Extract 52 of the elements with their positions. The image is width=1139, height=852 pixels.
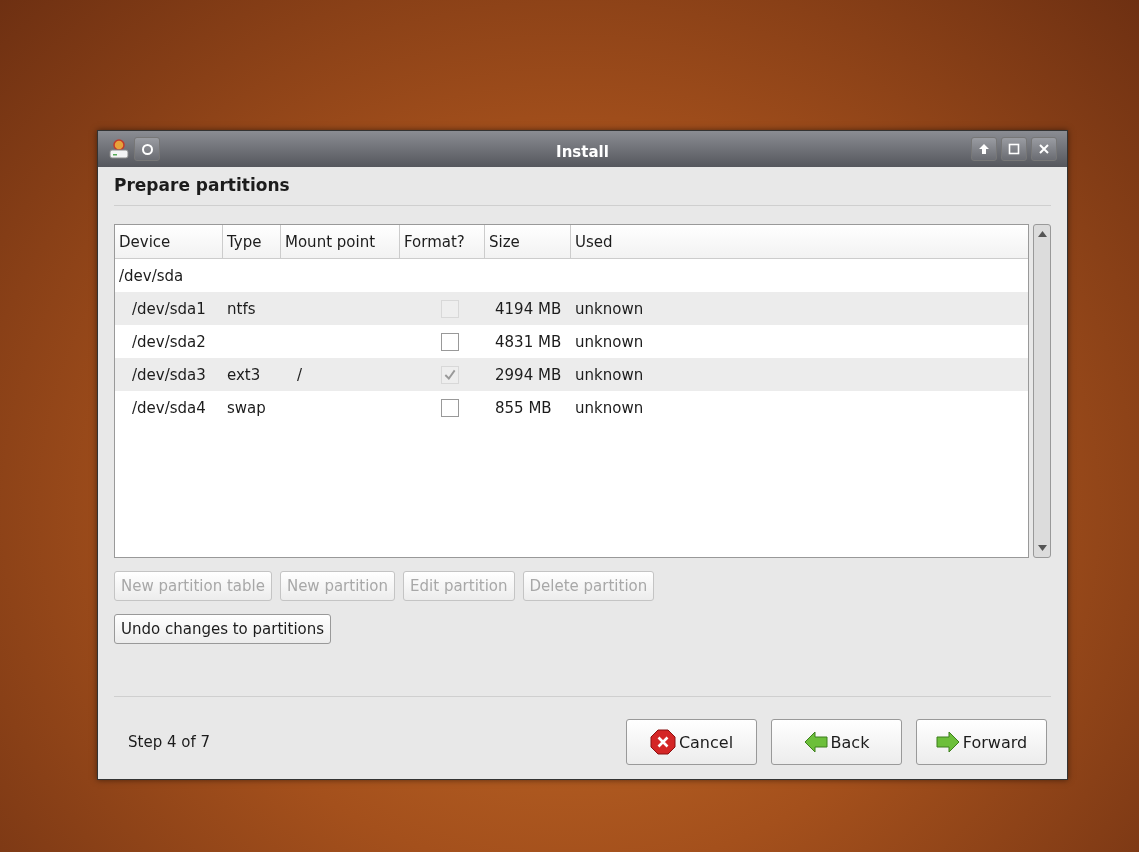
close-button[interactable] xyxy=(1031,137,1057,161)
column-header[interactable]: Size xyxy=(485,225,571,258)
table-cell-text: 855 MB xyxy=(494,398,553,417)
column-header[interactable]: Type xyxy=(223,225,281,258)
up-arrow-icon xyxy=(978,143,990,155)
close-icon xyxy=(1038,143,1050,155)
forward-button[interactable]: Forward xyxy=(916,719,1047,765)
table-row[interactable]: /dev/sda4 swap 855 MB unknown xyxy=(115,391,1028,424)
table-cell: ext3 xyxy=(227,365,261,384)
table-row[interactable]: /dev/sda1 ntfs 4194 MB unknown xyxy=(115,292,1028,325)
maximize-icon xyxy=(1008,143,1020,155)
table-row[interactable]: /dev/sda2 4831 MB unknown xyxy=(115,325,1028,358)
table-cell-text: unknown xyxy=(574,299,645,318)
column-header[interactable]: Mount point xyxy=(281,225,400,258)
table-cell: / xyxy=(297,365,303,384)
maximize-button[interactable] xyxy=(1001,137,1027,161)
table-cell-text: unknown xyxy=(574,332,645,351)
table-cell-text: /dev/sda xyxy=(118,266,185,285)
table-cell-text: /dev/sda1 xyxy=(131,299,207,318)
page-heading: Prepare partitions xyxy=(114,175,291,195)
column-header[interactable]: Format? xyxy=(400,225,485,258)
table-cell-text: 4831 MB xyxy=(494,332,563,351)
scroll-up-icon[interactable] xyxy=(1037,231,1047,237)
back-button[interactable]: Back xyxy=(771,719,902,765)
scrollbar[interactable] xyxy=(1033,224,1051,558)
step-label: Step 4 of 7 xyxy=(128,733,210,751)
table-cell: swap xyxy=(227,398,266,417)
right-arrow-icon xyxy=(935,731,960,753)
table-cell-text: unknown xyxy=(574,365,645,384)
table-cell-text: /dev/sda3 xyxy=(131,365,207,384)
column-header[interactable]: Device xyxy=(115,225,223,258)
table-cell-text: /dev/sda4 xyxy=(131,398,207,417)
left-arrow-icon xyxy=(803,731,828,753)
table-row[interactable]: /dev/sda3 ext3 / 2994 MB unknown xyxy=(115,358,1028,391)
table-cell-text: 2994 MB xyxy=(494,365,563,384)
table-row[interactable]: /dev/sda xyxy=(115,259,1028,292)
undo-button[interactable]: Undo changes to partitions xyxy=(114,614,332,644)
table-cell-text: /dev/sda2 xyxy=(131,332,207,351)
table-cell-text: 4194 MB xyxy=(494,299,563,318)
window-title: Install xyxy=(555,142,610,161)
column-header[interactable]: Used xyxy=(571,225,1028,258)
window-menu-button[interactable] xyxy=(134,137,160,161)
scroll-down-icon[interactable] xyxy=(1037,545,1047,551)
format-checkbox[interactable] xyxy=(440,398,459,417)
table-cell-text: unknown xyxy=(574,398,645,417)
cancel-button[interactable]: Cancel xyxy=(626,719,757,765)
stop-x-icon xyxy=(649,729,676,755)
disk-drive-icon[interactable] xyxy=(108,138,130,160)
format-checkbox[interactable] xyxy=(440,332,459,351)
table-cell: ntfs xyxy=(227,299,256,318)
checkmark-icon xyxy=(442,367,457,382)
shade-button[interactable] xyxy=(971,137,997,161)
